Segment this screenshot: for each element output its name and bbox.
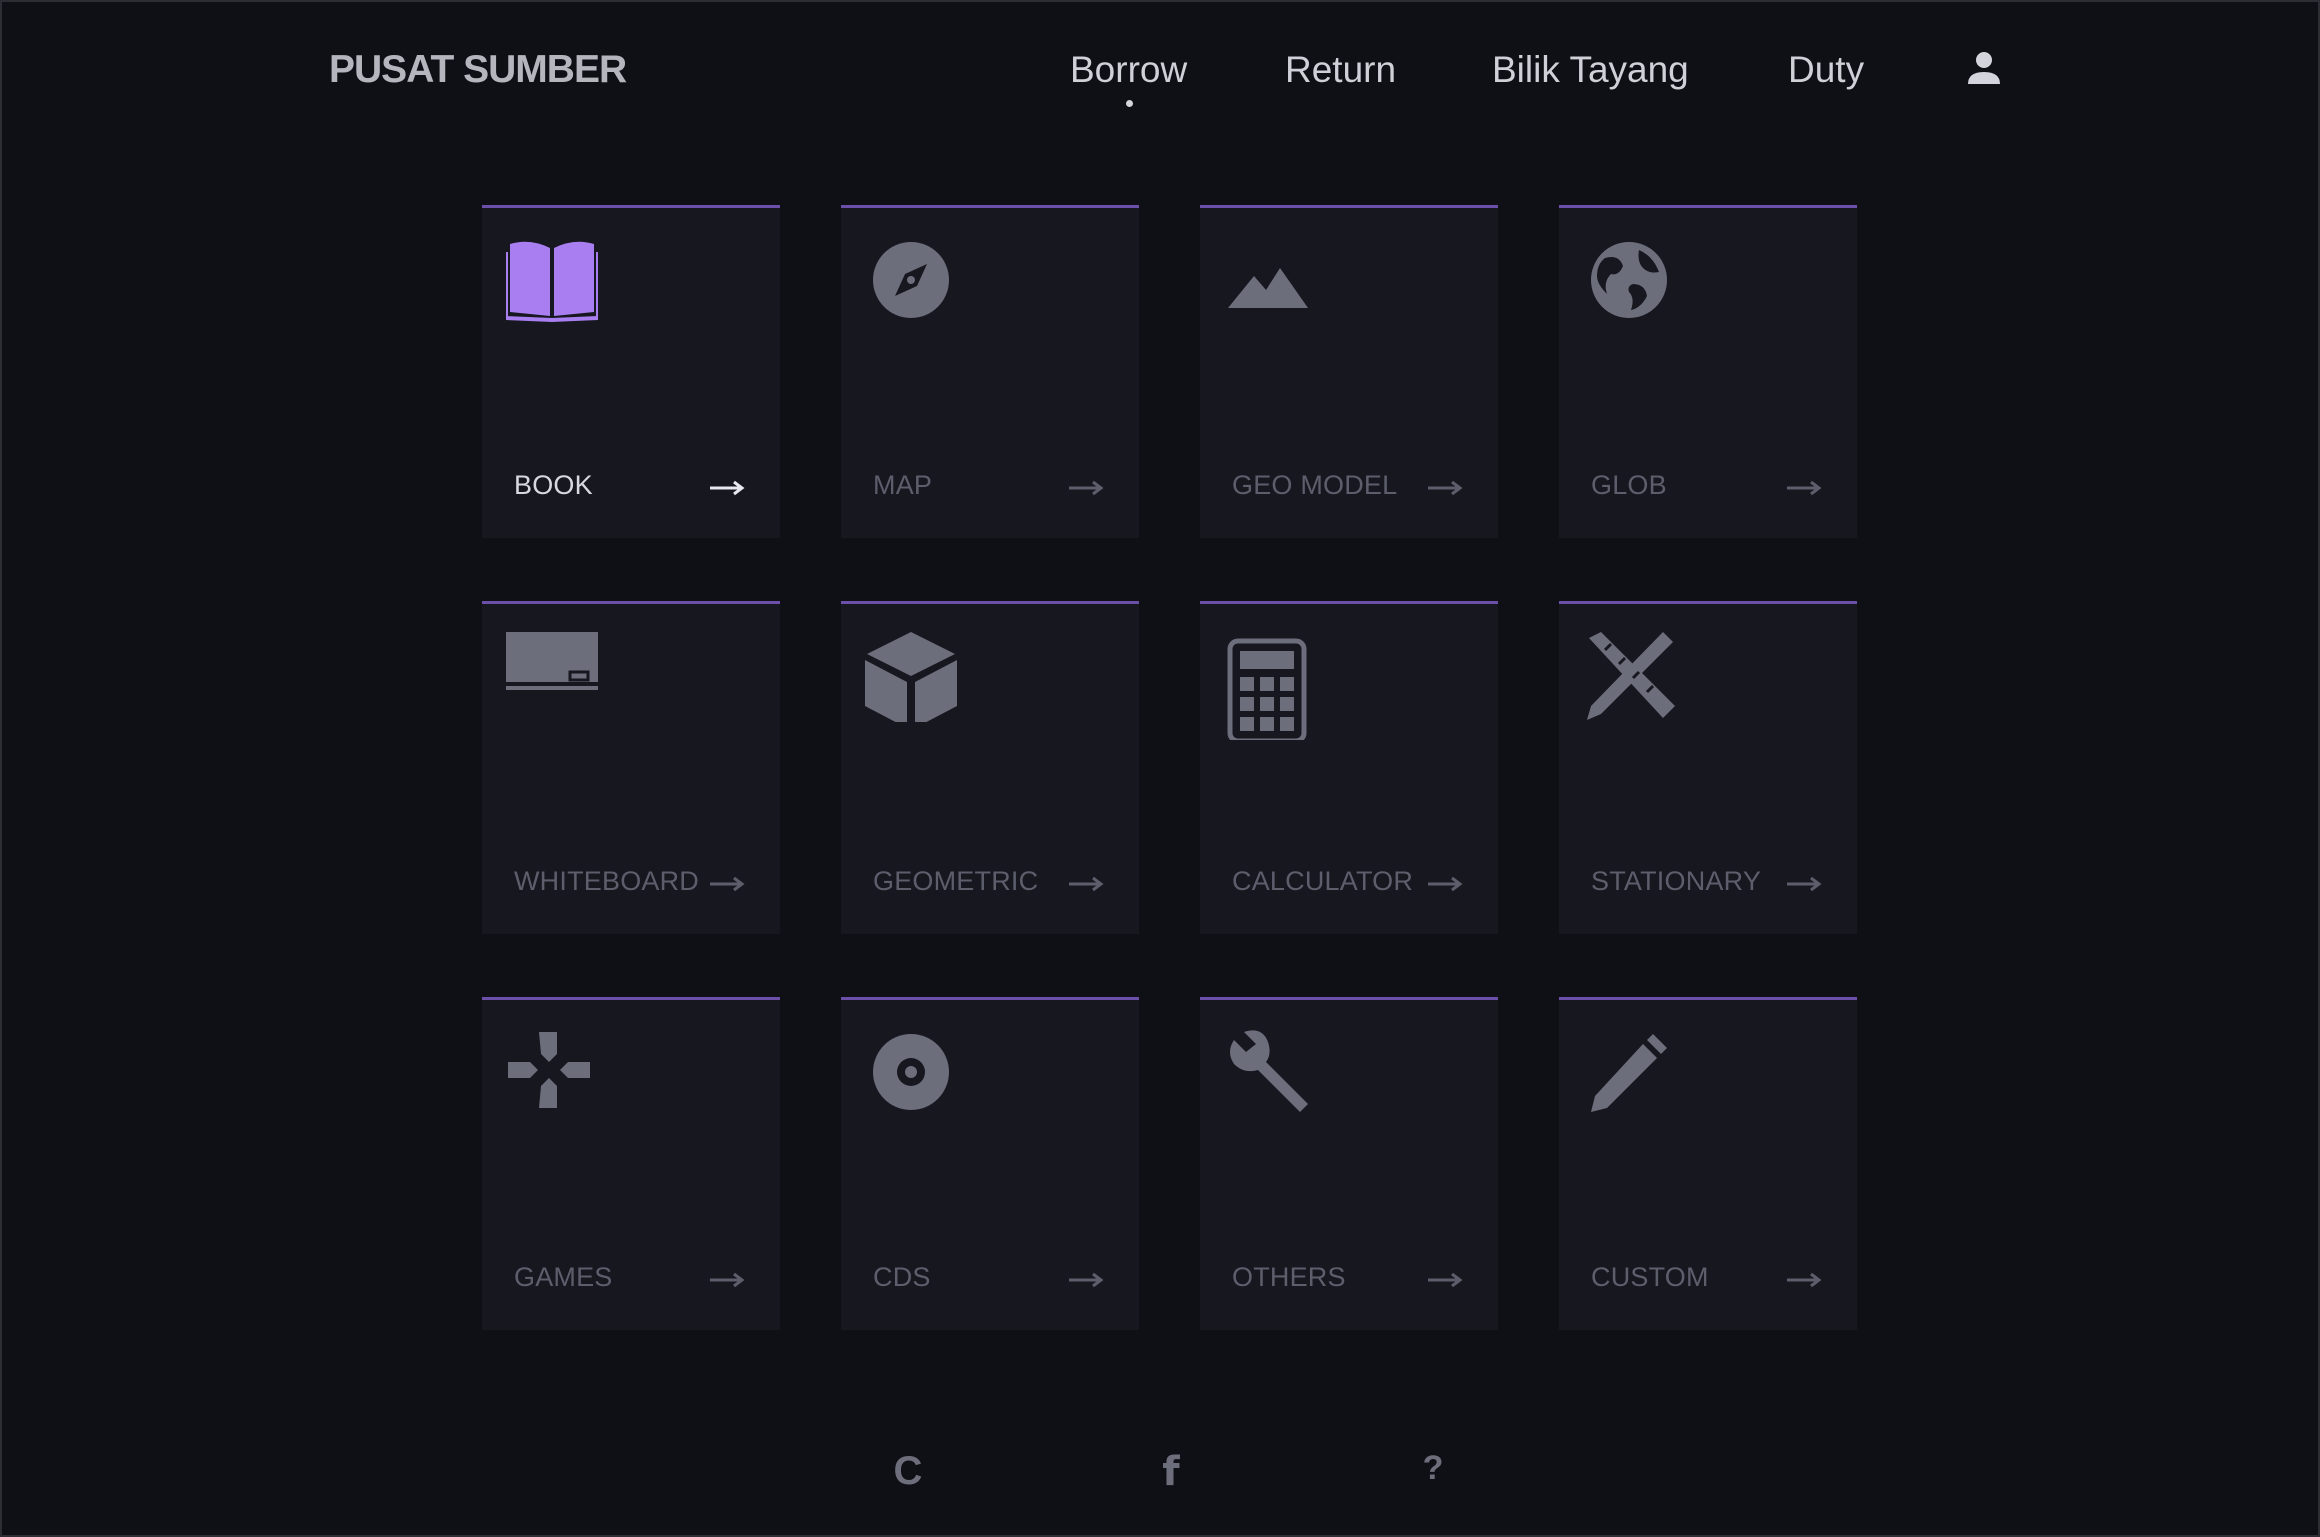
card-geometric[interactable]: GEOMETRIC bbox=[841, 601, 1139, 934]
card-label: BOOK bbox=[514, 470, 593, 500]
card-geo-model[interactable]: GEO MODEL bbox=[1200, 205, 1498, 538]
card-label: GEO MODEL bbox=[1232, 470, 1398, 500]
arrow-right-icon bbox=[1787, 480, 1823, 496]
arrow-right-icon bbox=[1069, 876, 1105, 892]
card-others[interactable]: OTHERS bbox=[1200, 997, 1498, 1330]
card-label: GEOMETRIC bbox=[873, 866, 1039, 896]
card-games[interactable]: GAMES bbox=[482, 997, 780, 1330]
user-icon[interactable] bbox=[1964, 48, 2004, 88]
nav-bilik-tayang[interactable]: Bilik Tayang bbox=[1492, 49, 1689, 91]
nav-return[interactable]: Return bbox=[1285, 49, 1396, 91]
mountain-icon bbox=[1224, 234, 1316, 326]
card-label: GAMES bbox=[514, 1262, 613, 1292]
arrow-right-icon bbox=[1069, 1272, 1105, 1288]
card-book[interactable]: BOOK bbox=[482, 205, 780, 538]
globe-icon bbox=[1583, 234, 1675, 326]
whiteboard-icon bbox=[506, 630, 598, 722]
arrow-right-icon bbox=[710, 1272, 746, 1288]
arrow-right-icon bbox=[1787, 1272, 1823, 1288]
cube-icon bbox=[865, 630, 957, 728]
card-calculator[interactable]: CALCULATOR bbox=[1200, 601, 1498, 934]
gamepad-icon bbox=[506, 1026, 598, 1118]
card-label: WHITEBOARD bbox=[514, 866, 700, 896]
book-open-icon bbox=[504, 234, 600, 326]
arrow-right-icon bbox=[1069, 480, 1105, 496]
card-stationary[interactable]: STATIONARY bbox=[1559, 601, 1857, 934]
wrench-icon bbox=[1224, 1026, 1316, 1118]
card-label: CDS bbox=[873, 1262, 931, 1292]
nav-duty[interactable]: Duty bbox=[1788, 49, 1864, 91]
arrow-right-icon bbox=[1428, 480, 1464, 496]
card-label: STATIONARY bbox=[1591, 866, 1762, 896]
footer-c-button[interactable]: C bbox=[883, 1449, 933, 1499]
arrow-right-icon bbox=[1428, 1272, 1464, 1288]
card-label: GLOB bbox=[1591, 470, 1667, 500]
arrow-right-icon bbox=[710, 480, 746, 496]
arrow-right-icon bbox=[710, 876, 746, 892]
card-label: CALCULATOR bbox=[1232, 866, 1414, 896]
nav-borrow[interactable]: Borrow bbox=[1070, 49, 1187, 107]
card-label: CUSTOM bbox=[1591, 1262, 1709, 1292]
card-label: OTHERS bbox=[1232, 1262, 1346, 1292]
card-label: MAP bbox=[873, 470, 933, 500]
help-icon[interactable]: ? bbox=[1408, 1449, 1458, 1499]
card-whiteboard[interactable]: WHITEBOARD bbox=[482, 601, 780, 934]
arrow-right-icon bbox=[1428, 876, 1464, 892]
disc-icon bbox=[865, 1026, 957, 1118]
pencil-icon bbox=[1583, 1026, 1675, 1118]
card-glob[interactable]: GLOB bbox=[1559, 205, 1857, 538]
calculator-icon bbox=[1224, 630, 1316, 744]
arrow-right-icon bbox=[1787, 876, 1823, 892]
facebook-icon[interactable]: f bbox=[1146, 1449, 1196, 1499]
card-custom[interactable]: CUSTOM bbox=[1559, 997, 1857, 1330]
header: PUSAT SUMBER Borrow Return Bilik Tayang … bbox=[2, 2, 2318, 142]
card-map[interactable]: MAP bbox=[841, 205, 1139, 538]
compass-icon bbox=[865, 234, 957, 326]
ruler-pencil-icon bbox=[1583, 630, 1675, 722]
card-cds[interactable]: CDS bbox=[841, 997, 1139, 1330]
